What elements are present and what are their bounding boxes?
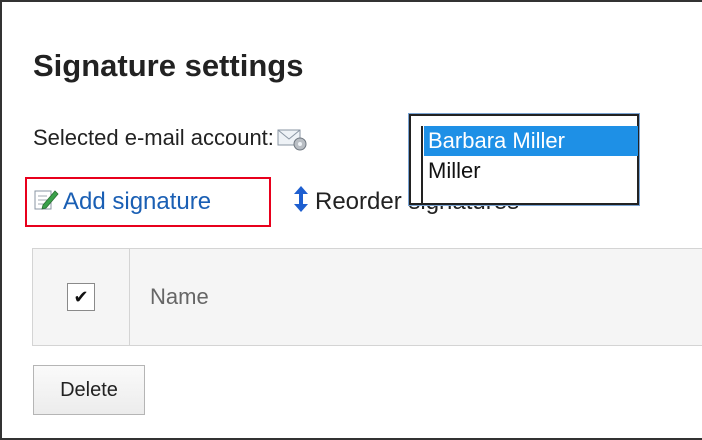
account-option-barbara-miller[interactable]: Barbara Miller: [424, 126, 638, 156]
select-all-checkbox[interactable]: ✔: [67, 283, 95, 311]
account-option-miller[interactable]: Miller: [424, 156, 638, 186]
signature-table-header: ✔ Name: [32, 248, 702, 346]
add-signature-label: Add signature: [63, 188, 212, 215]
up-down-arrow-icon: [291, 185, 315, 220]
add-signature-button[interactable]: Add signature: [25, 177, 271, 227]
account-selector-row: Selected e-mail account:: [33, 124, 308, 152]
delete-button[interactable]: Delete: [33, 365, 145, 415]
account-label: Selected e-mail account:: [33, 125, 274, 150]
page-title: Signature settings: [33, 48, 304, 83]
column-header-name: Name: [150, 284, 209, 309]
edit-note-icon: [33, 187, 63, 218]
mail-settings-icon: [276, 124, 308, 152]
select-all-cell: ✔: [33, 249, 130, 345]
